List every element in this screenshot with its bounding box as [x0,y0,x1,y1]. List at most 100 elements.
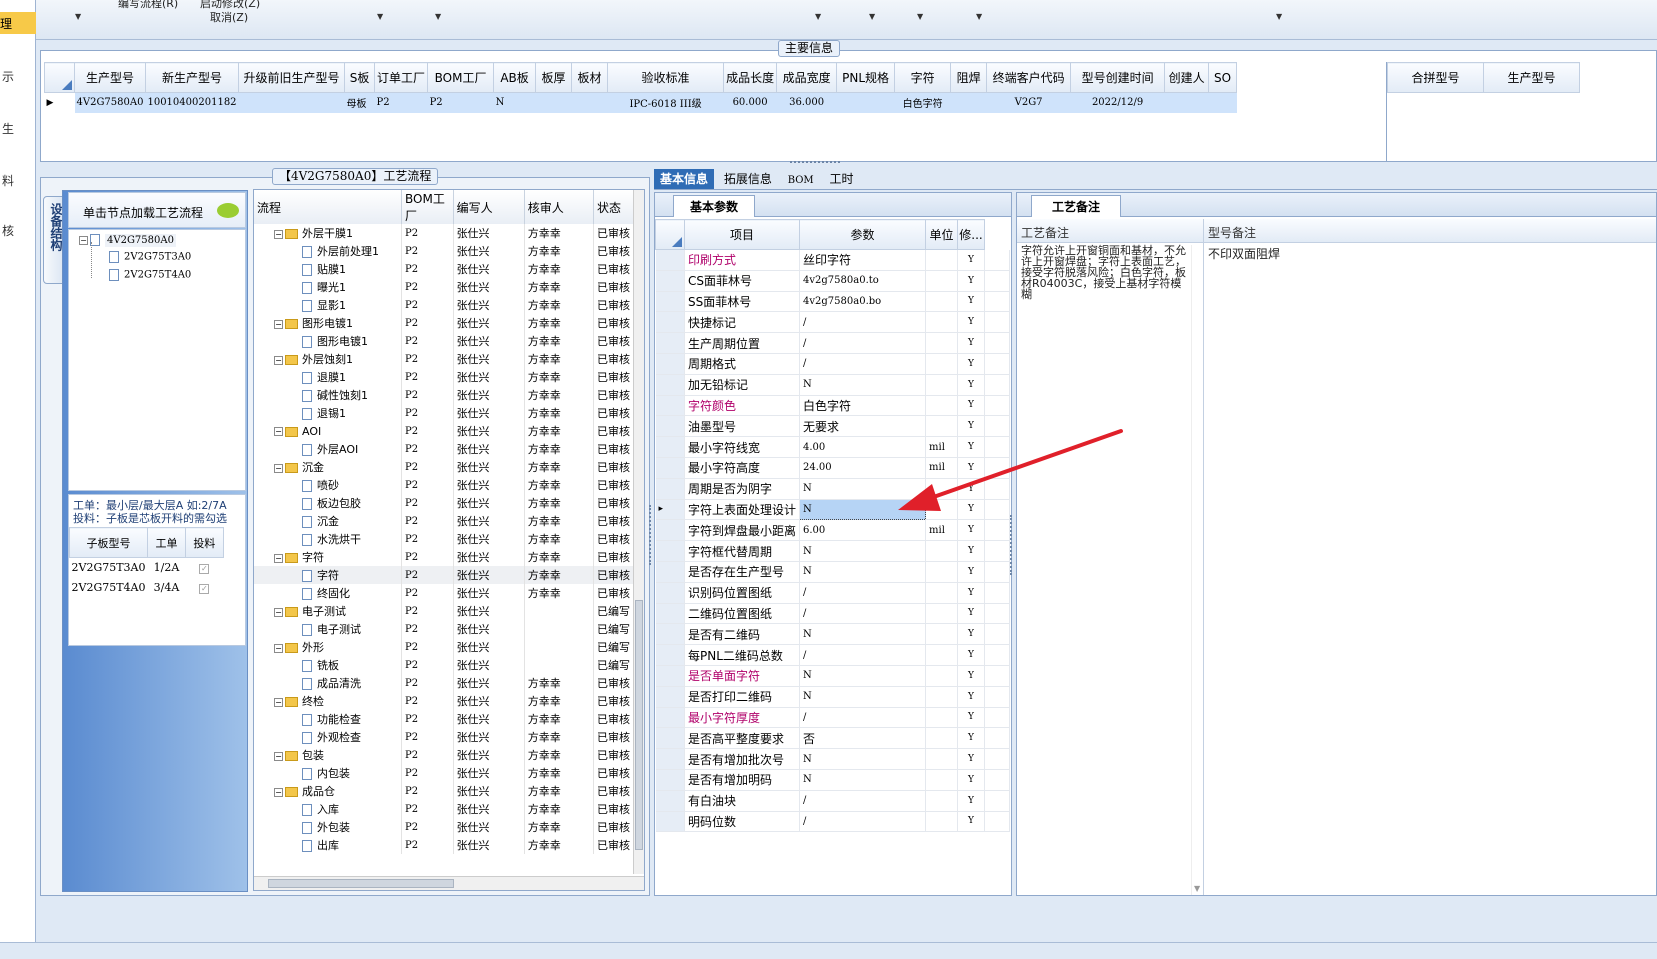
column-header[interactable]: 升级前旧生产型号 [238,62,346,93]
flow-row[interactable]: − 外层干膜1 P2 张仕兴 方幸幸 已审核 [254,224,635,242]
column-header[interactable]: 项目 [683,219,801,250]
flow-row[interactable]: 碱性蚀刻1 P2 张仕兴 方幸幸 已审核 [254,386,635,404]
param-value[interactable]: N [799,374,927,396]
param-row[interactable]: 有白油块 / Y [655,790,1010,812]
scroll-thumb[interactable] [268,879,454,888]
table-cell[interactable]: N [493,92,536,113]
table-cell[interactable]: 2022/12/9 [1070,92,1165,113]
column-header[interactable]: 新生产型号 [144,62,240,93]
splitter-handle[interactable] [790,161,840,165]
horizontal-scrollbar[interactable] [254,876,644,890]
column-header[interactable]: 编写人 [453,190,525,224]
tab-basic-params[interactable]: 基本参数 [673,195,756,217]
column-header[interactable]: 字符 [894,62,952,93]
param-value[interactable]: 24.00 [799,457,927,479]
table-cell[interactable]: V2G7 [986,92,1071,113]
splitter-handle[interactable] [649,505,654,565]
param-value[interactable]: / [799,707,927,729]
collapse-icon[interactable]: − [274,463,283,473]
flow-row[interactable]: 外层前处理1 P2 张仕兴 方幸幸 已审核 [254,242,635,260]
column-header[interactable]: 流程 [254,190,402,224]
table-cell[interactable]: 白色字符 [894,92,951,113]
column-header[interactable]: BOM工厂 [401,190,454,224]
checkbox[interactable]: ✓ [185,577,224,598]
flow-row[interactable]: − 字符 P2 张仕兴 方幸幸 已审核 [254,548,635,566]
param-value[interactable]: 无要求 [799,415,927,438]
column-header[interactable]: 投料 [184,527,224,558]
collapse-icon[interactable]: − [274,553,283,563]
flow-row[interactable]: − 电子测试 P2 张仕兴 已编写 [254,602,635,620]
column-header[interactable]: 生产型号 [1483,62,1580,93]
column-header[interactable]: 核审人 [524,190,594,224]
chevron-down-icon[interactable]: ▼ [75,12,81,21]
vertical-scrollbar[interactable] [633,190,644,874]
param-row[interactable]: 是否存在生产型号 N Y [655,561,1010,583]
table-cell[interactable]: 母板 [344,92,375,113]
param-value[interactable]: 白色字符 [799,395,927,417]
flow-row[interactable]: − 沉金 P2 张仕兴 方幸幸 已审核 [254,458,635,476]
column-header[interactable]: 成品长度 [723,62,778,93]
param-value[interactable]: / [799,311,927,334]
param-value[interactable]: N [799,498,927,521]
table-cell[interactable] [1164,92,1209,113]
flow-row[interactable]: − 外形 P2 张仕兴 已编写 [254,638,635,656]
param-row[interactable]: 是否高平整度要求否 Y [655,727,1010,750]
flow-row[interactable]: − 成品仓 P2 张仕兴 方幸幸 已审核 [254,782,635,800]
speech-bubble-icon[interactable] [217,203,239,218]
param-row[interactable]: 快捷标记 / Y [655,311,1010,334]
param-value[interactable]: N [799,623,927,646]
table-cell[interactable]: 4V2G7580A0 [74,92,146,113]
chevron-down-icon[interactable]: ▼ [435,12,441,21]
tab-process-remark[interactable]: 工艺备注 [1031,195,1122,217]
column-header[interactable]: 工艺备注 [1021,224,1069,241]
column-header[interactable]: 修... [957,219,986,250]
column-header[interactable]: 订单工厂 [374,62,429,93]
param-row[interactable]: 是否打印二维码 N Y [655,686,1010,708]
tab-hours[interactable]: 工时 [824,169,860,189]
table-cell[interactable]: P2 [427,92,494,113]
param-value[interactable]: N [799,478,927,500]
column-header[interactable]: 工单 [147,527,186,558]
param-row[interactable]: 生产周期位置 / Y [655,332,1010,354]
param-row[interactable]: 是否有增加明码 N Y [655,769,1010,791]
sidebar-item-selected[interactable]: 理 [0,12,36,34]
param-row[interactable]: ▸ 字符上表面处理设计 N Y [655,498,1010,521]
param-value[interactable]: 4v2g7580a0.to [799,270,927,292]
table-cell[interactable] [571,92,608,113]
param-row[interactable]: 周期格式 / Y [655,353,1010,375]
sidebar-item[interactable]: 核 [2,222,14,239]
column-header[interactable]: 参数 [799,219,927,250]
param-value[interactable]: / [799,790,927,812]
chevron-down-icon[interactable]: ▼ [869,12,875,21]
tree-node-child[interactable]: 2V2G75T4A0 [109,269,191,281]
param-value[interactable]: / [799,811,927,833]
collapse-icon[interactable]: − [274,643,283,653]
flow-row[interactable]: − 外层蚀刻1 P2 张仕兴 方幸幸 已审核 [254,350,635,368]
flow-row[interactable]: 外包装 P2 张仕兴 方幸幸 已审核 [254,818,635,836]
param-value[interactable]: 丝印字符 [799,249,927,271]
tree-node-child[interactable]: 2V2G75T3A0 [109,251,191,263]
flow-row[interactable]: 沉金 P2 张仕兴 方幸幸 已审核 [254,512,635,530]
collapse-icon[interactable]: − [274,427,283,436]
flow-row[interactable]: 外层AOI P2 张仕兴 方幸幸 已审核 [254,440,635,458]
param-row[interactable]: 最小字符线宽 4.00 mil Y [655,436,1010,458]
flow-row[interactable]: − 图形电镀1 P2 张仕兴 方幸幸 已审核 [254,314,635,332]
param-row[interactable]: 印刷方式 丝印字符 Y [655,249,1010,271]
column-header[interactable]: 子板型号 [68,527,149,558]
flow-row[interactable]: 出库 P2 张仕兴 方幸幸 已审核 [254,836,635,854]
flow-row[interactable]: 成品清洗 P2 张仕兴 方幸幸 已审核 [254,674,635,692]
param-row[interactable]: 是否有增加批次号 N Y [655,748,1010,770]
chevron-down-icon[interactable]: ▼ [917,12,923,21]
column-header[interactable]: AB板 [493,62,537,93]
column-header[interactable]: 成品宽度 [776,62,838,93]
flow-row[interactable]: − 包装 P2 张仕兴 方幸幸 已审核 [254,746,635,764]
tab-extended-info[interactable]: 拓展信息 [718,169,778,189]
sidebar-item[interactable]: 料 [2,172,14,189]
column-header[interactable]: 合拼型号 [1387,62,1484,93]
column-header[interactable]: S板 [344,62,376,93]
param-row[interactable]: SS面菲林号 4v2g7580a0.bo Y [655,291,1010,313]
column-header[interactable]: 验收标准 [607,62,725,93]
param-value[interactable]: N [799,561,927,583]
collapse-icon[interactable]: − [274,697,283,707]
sidebar-item[interactable]: 生 [2,120,14,137]
